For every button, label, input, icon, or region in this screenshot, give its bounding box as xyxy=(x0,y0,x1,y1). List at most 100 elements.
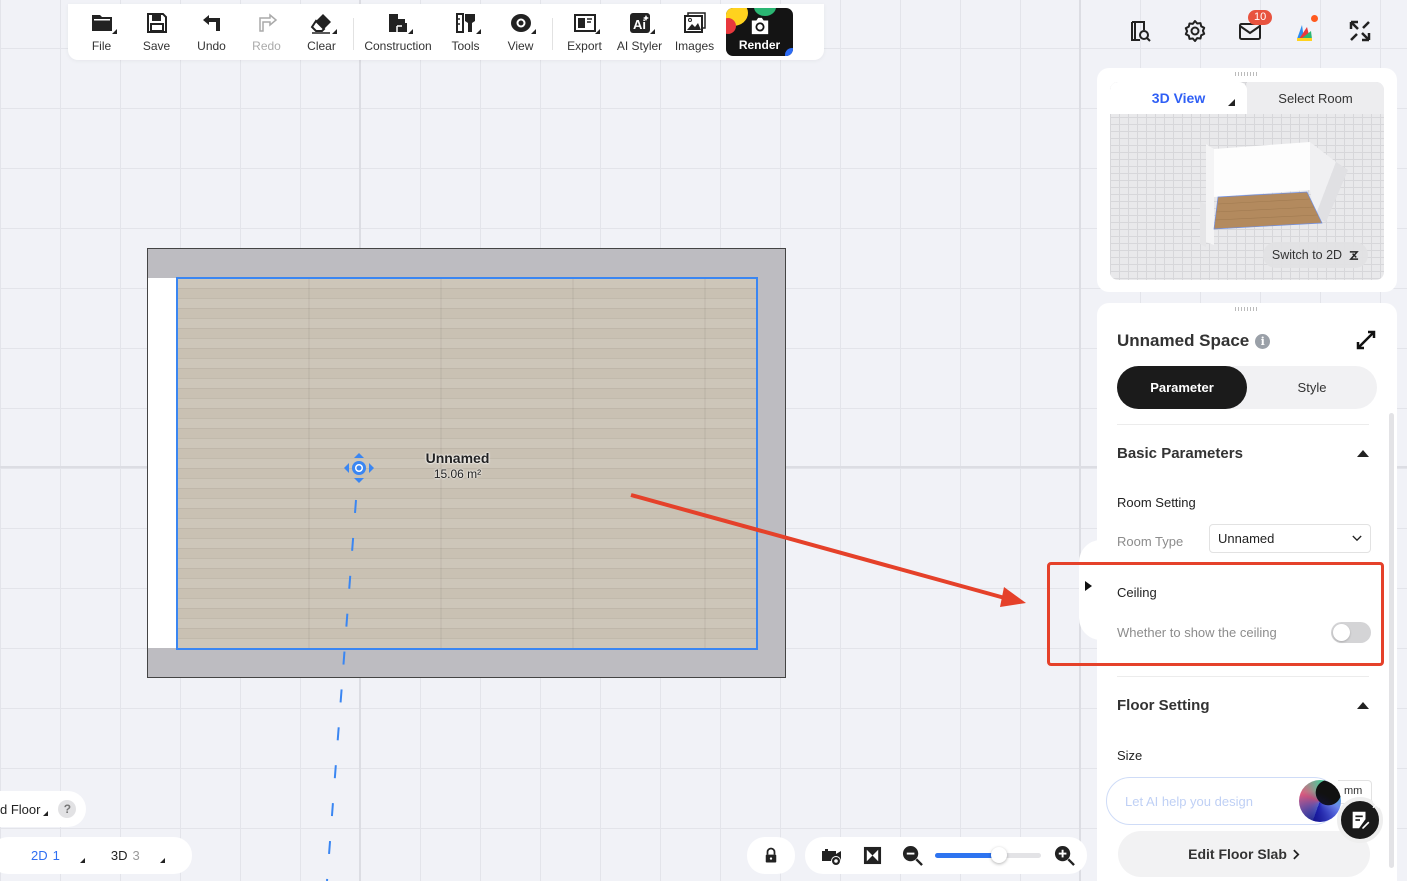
zoom-out-button[interactable] xyxy=(899,843,925,869)
export-label: Export xyxy=(567,39,602,53)
tab-parameter[interactable]: Parameter xyxy=(1117,366,1247,409)
catalog-search-button[interactable] xyxy=(1112,14,1167,48)
tools-button[interactable]: Tools xyxy=(438,4,493,53)
drag-grip[interactable] xyxy=(1235,72,1259,76)
divider xyxy=(1117,676,1369,677)
dropdown-corner-icon xyxy=(43,810,49,816)
tab-3d-view[interactable]: 3D View xyxy=(1110,82,1247,114)
fit-view-button[interactable] xyxy=(859,843,885,869)
render-button[interactable]: Render xyxy=(726,8,793,56)
edit-floor-slab-button[interactable]: Edit Floor Slab xyxy=(1118,831,1370,877)
camera-view-button[interactable] xyxy=(819,843,845,869)
images-button[interactable]: Images xyxy=(667,4,722,53)
edit-floor-slab-label: Edit Floor Slab xyxy=(1188,846,1287,862)
ai-styler-button[interactable]: Ai AI Styler xyxy=(612,4,667,53)
help-icon[interactable]: ? xyxy=(58,800,77,818)
color-palette-icon xyxy=(1296,25,1312,41)
fullscreen-button[interactable] xyxy=(1332,14,1387,48)
settings-button[interactable] xyxy=(1167,14,1222,48)
room-setting-label: Room Setting xyxy=(1117,495,1196,510)
view-mode-selector: 2D 1 3D 3 xyxy=(0,837,192,874)
zoom-slider-thumb[interactable] xyxy=(990,847,1007,863)
undo-button[interactable]: Undo xyxy=(184,4,239,53)
room-type-value: Unnamed xyxy=(1218,531,1275,546)
divider xyxy=(1117,424,1369,425)
ai-assistant-icon[interactable] xyxy=(1299,780,1341,822)
color-palette-button[interactable] xyxy=(1277,14,1332,48)
construction-button[interactable]: Construction xyxy=(358,4,438,53)
construction-label: Construction xyxy=(364,39,432,53)
render-decoration xyxy=(754,8,776,16)
drag-grip[interactable] xyxy=(1235,307,1259,311)
show-ceiling-toggle[interactable] xyxy=(1331,622,1371,643)
settings-icon xyxy=(1184,20,1205,42)
basic-parameters-heading: Basic Parameters xyxy=(1117,445,1243,462)
tab-select-room-label: Select Room xyxy=(1278,90,1353,106)
floor-label: d Floor xyxy=(0,801,41,817)
floor-selector[interactable]: d Floor ? xyxy=(0,791,86,827)
camera-icon xyxy=(751,17,768,35)
redo-button[interactable]: Redo xyxy=(239,4,294,53)
tools-label: Tools xyxy=(451,39,480,53)
clear-button[interactable]: Clear xyxy=(294,4,349,53)
toggle-knob xyxy=(1333,624,1350,641)
floor-setting-heading: Floor Setting xyxy=(1117,697,1210,714)
fullscreen-icon xyxy=(1349,20,1370,42)
note-edit-icon xyxy=(1352,811,1371,830)
render-label: Render xyxy=(738,38,781,52)
close-icon[interactable]: ✕ xyxy=(1371,798,1381,812)
collapse-caret-icon[interactable] xyxy=(1357,450,1369,457)
view-3d-button[interactable]: 3D 3 xyxy=(111,848,165,863)
switch-to-2d-button[interactable]: Switch to 2D xyxy=(1263,242,1368,268)
collapse-caret-icon[interactable] xyxy=(1357,702,1369,709)
panel-tabs: Parameter Style xyxy=(1117,366,1377,409)
tab-select-room[interactable]: Select Room xyxy=(1247,82,1384,114)
view-2d-button[interactable]: 2D 1 xyxy=(31,848,85,863)
expand-icon[interactable] xyxy=(1355,329,1377,351)
tab-3d-view-label: 3D View xyxy=(1151,90,1206,106)
3d-viewport[interactable]: 3D View Select Room Switch to 2D xyxy=(1110,82,1384,280)
info-icon[interactable]: i xyxy=(1255,333,1271,349)
redo-label: Redo xyxy=(252,39,281,53)
move-handle[interactable] xyxy=(342,451,376,485)
undo-label: Undo xyxy=(197,39,226,53)
panel-scrollbar[interactable] xyxy=(1389,413,1394,868)
top-right-icons: 10 xyxy=(1112,10,1387,48)
save-button[interactable]: Save xyxy=(129,4,184,53)
size-label: Size xyxy=(1117,748,1143,763)
notification-dot xyxy=(1311,15,1318,22)
view-2d-label: 2D xyxy=(31,848,48,863)
annotation-arrowhead xyxy=(1000,587,1026,607)
room-area: 15.06 m² xyxy=(433,467,482,481)
chevron-right-icon xyxy=(1293,849,1300,859)
basic-parameters-header[interactable]: Basic Parameters xyxy=(1117,445,1369,462)
folder-icon xyxy=(91,15,112,31)
view-3d-count: 3 xyxy=(132,848,140,863)
expand-arrow-icon[interactable] xyxy=(1085,581,1092,591)
switch-icon xyxy=(1349,250,1359,260)
lock-icon xyxy=(765,847,777,863)
mail-button[interactable]: 10 xyxy=(1222,10,1277,48)
tab-style[interactable]: Style xyxy=(1247,366,1377,409)
view-button[interactable]: View xyxy=(493,4,548,53)
mail-badge: 10 xyxy=(1248,10,1273,25)
zoom-slider[interactable] xyxy=(935,847,1041,863)
file-button[interactable]: File xyxy=(74,4,129,53)
fit-view-icon xyxy=(863,846,881,865)
move-icon xyxy=(344,453,374,483)
eye-icon xyxy=(510,14,531,32)
lock-button[interactable] xyxy=(747,837,795,874)
export-icon xyxy=(573,14,596,32)
video-camera-icon xyxy=(822,848,841,866)
svg-text:Ai: Ai xyxy=(633,17,646,32)
room-type-select[interactable]: Unnamed xyxy=(1209,524,1371,553)
chevron-down-icon xyxy=(1352,535,1362,542)
floor-setting-header[interactable]: Floor Setting xyxy=(1117,697,1369,714)
construction-icon xyxy=(389,14,407,32)
ceiling-toggle-label: Whether to show the ceiling xyxy=(1117,625,1277,640)
zoom-in-button[interactable] xyxy=(1051,843,1077,869)
export-button[interactable]: Export xyxy=(557,4,612,53)
preview-panel: 3D View Select Room Switch to 2D xyxy=(1097,68,1397,292)
save-icon xyxy=(146,13,167,33)
main-toolbar: File Save Undo Redo Clear Construction T… xyxy=(68,4,824,60)
